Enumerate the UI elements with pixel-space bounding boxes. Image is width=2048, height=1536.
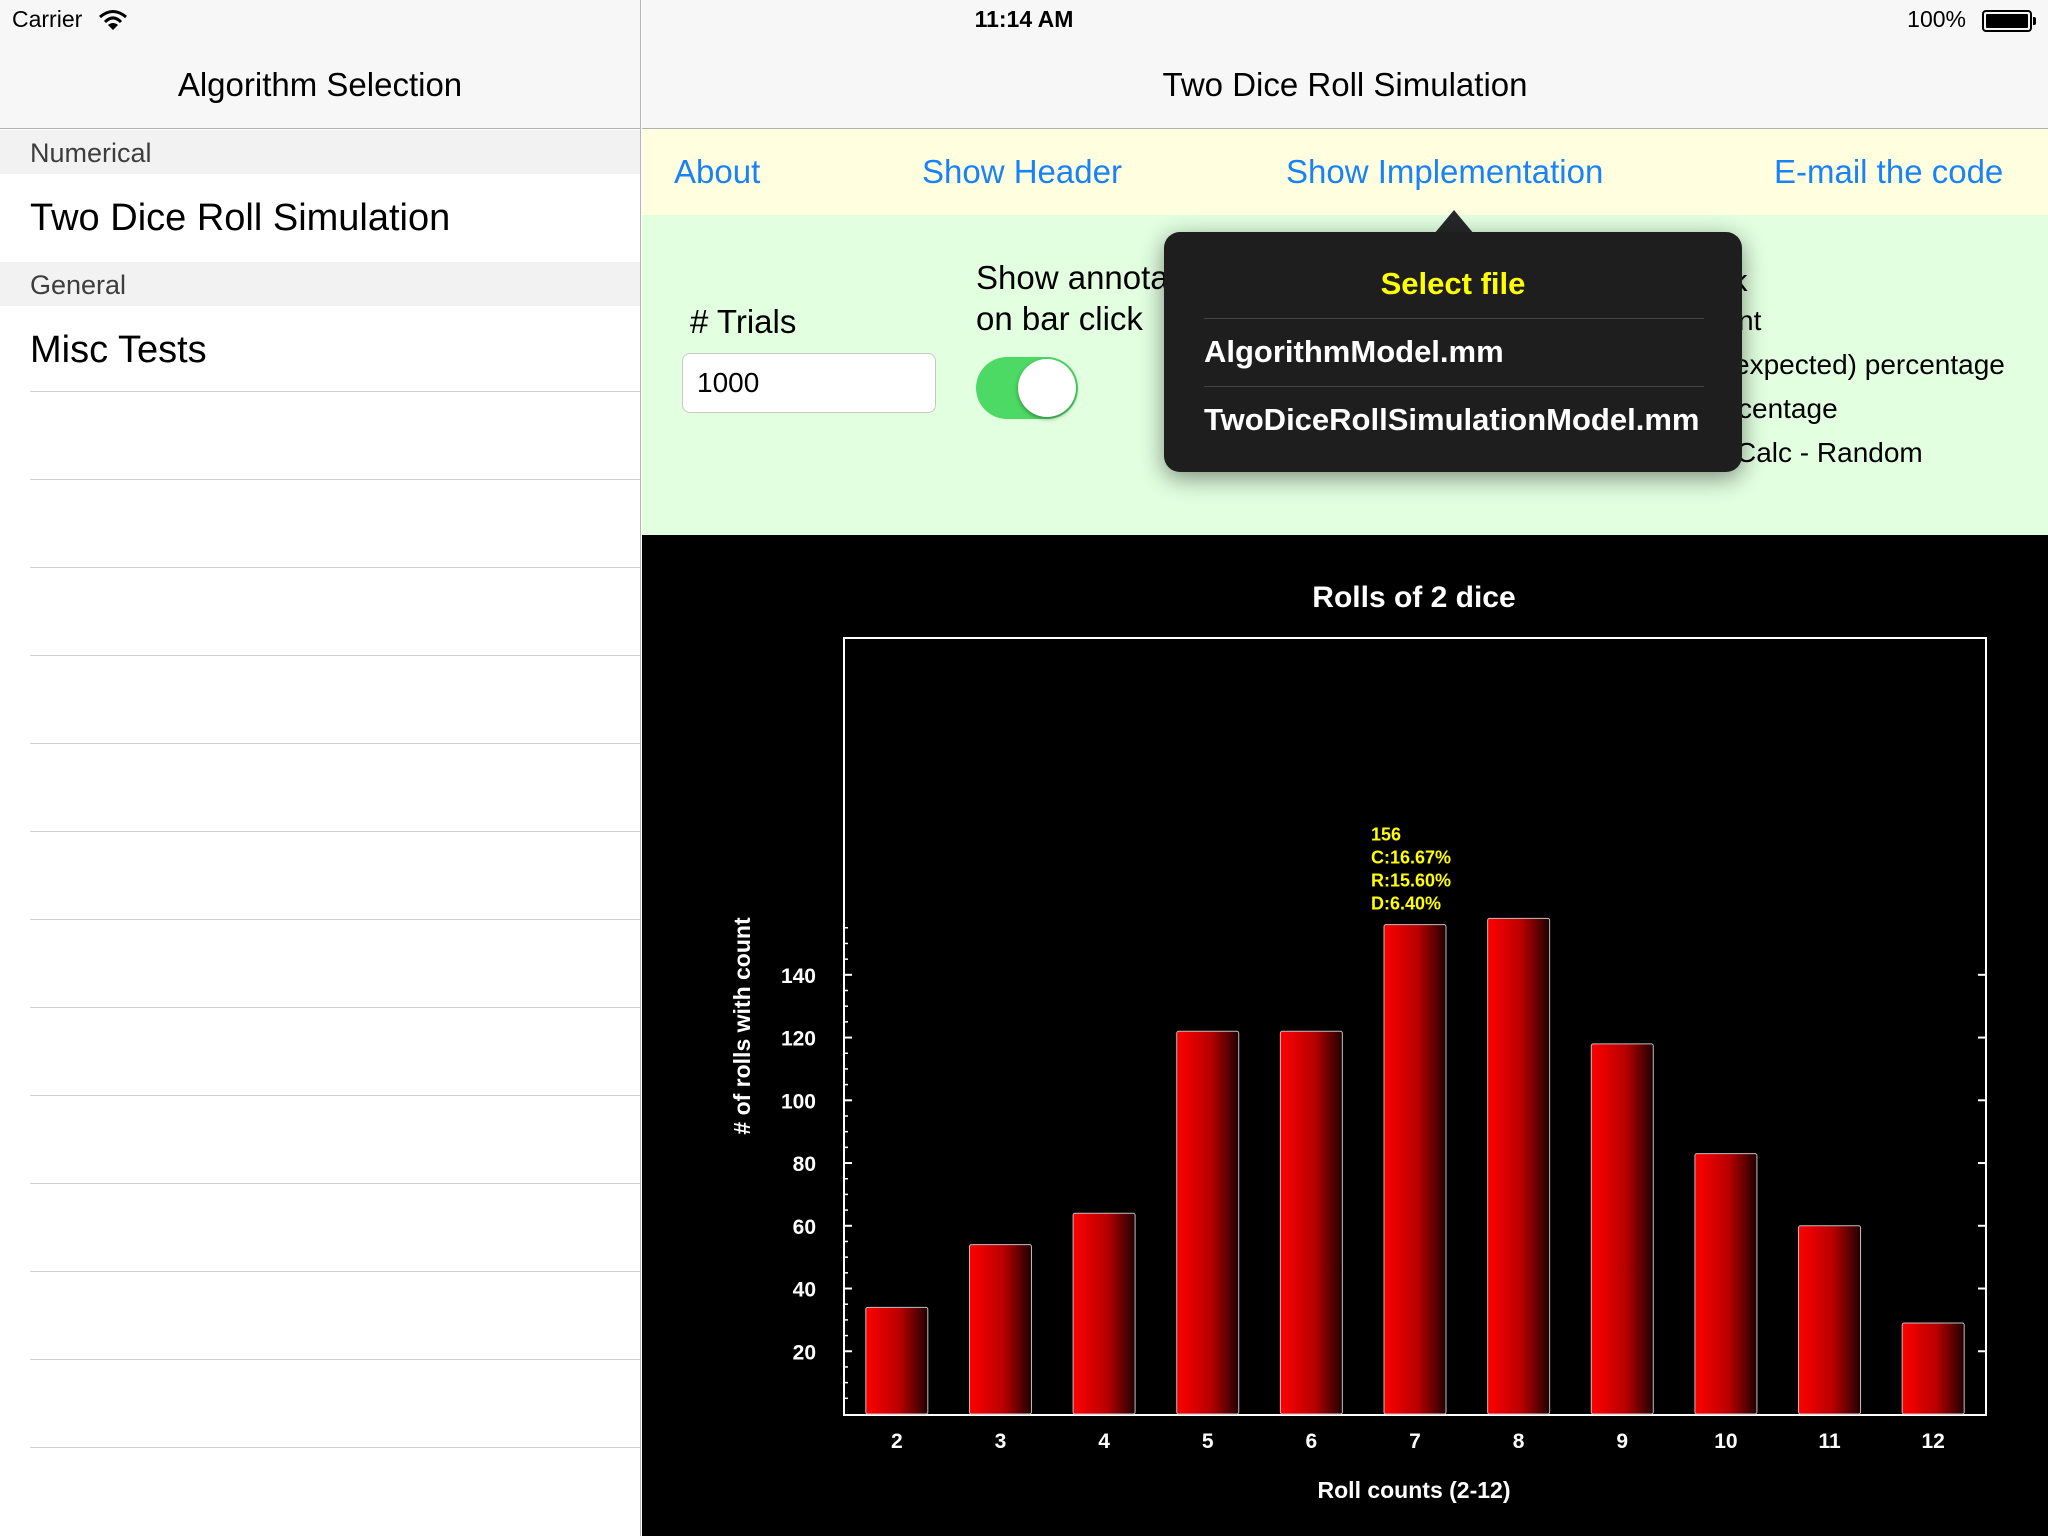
x-tick-label: 5	[1202, 1430, 1214, 1453]
bar-8	[1487, 917, 1551, 1415]
annotation-line: R:15.60%	[1371, 871, 1451, 891]
bar-7	[1383, 924, 1447, 1415]
annotation-toggle[interactable]	[976, 357, 1078, 419]
bar-5	[1176, 1030, 1240, 1415]
section-header-numerical: Numerical	[0, 130, 640, 174]
annotation-line: C:16.67%	[1371, 848, 1451, 868]
bar-11	[1798, 1225, 1862, 1415]
bar-4	[1072, 1212, 1136, 1415]
section-header-general: General	[0, 262, 640, 306]
row-separator	[30, 1359, 640, 1360]
bar-10	[1694, 1153, 1758, 1415]
row-separator	[30, 743, 640, 744]
x-tick-label: 6	[1306, 1430, 1318, 1453]
battery-percentage: 100%	[1907, 6, 1966, 32]
row-separator	[30, 655, 640, 656]
y-tick-label: 120	[781, 1028, 816, 1051]
file-item-two-dice-model[interactable]: TwoDiceRollSimulationModel.mm	[1204, 402, 1699, 438]
bar-12	[1901, 1322, 1965, 1415]
annotation-label: Show annota on bar click	[976, 257, 1169, 339]
bar-annotation: 156 C:16.67% R:15.60% D:6.40%	[1371, 825, 1451, 914]
annotation-line: 156	[1371, 825, 1401, 845]
popover-divider	[1204, 386, 1704, 387]
x-tick-label: 11	[1818, 1430, 1841, 1453]
select-file-popover: Select file AlgorithmModel.mm TwoDiceRol…	[1164, 232, 1742, 472]
row-separator	[30, 567, 640, 568]
x-tick-label: 7	[1409, 1430, 1421, 1453]
battery-icon	[1982, 10, 2036, 32]
status-time: 11:14 AM	[974, 6, 1074, 32]
x-axis-label: Roll counts (2-12)	[1318, 1477, 1511, 1503]
bar-2	[865, 1306, 929, 1415]
display-option-4[interactable]: centage	[1738, 393, 1838, 425]
x-tick-label: 4	[1098, 1430, 1110, 1453]
list-item-two-dice-roll-simulation[interactable]: Two Dice Roll Simulation	[0, 174, 640, 262]
y-tick-label: 80	[793, 1153, 816, 1176]
x-tick-label: 12	[1922, 1430, 1945, 1453]
row-separator	[30, 391, 640, 392]
row-separator	[30, 1007, 640, 1008]
detail-title: Two Dice Roll Simulation	[1162, 66, 1528, 103]
y-tick-label: 40	[793, 1279, 816, 1302]
annotation-label-line2: on bar click	[976, 300, 1143, 337]
app-window: Algorithm Selection Numerical Two Dice R…	[0, 0, 2048, 1536]
display-option-5[interactable]: Calc - Random	[1736, 437, 1923, 469]
bar-9	[1590, 1043, 1654, 1415]
row-separator	[30, 1183, 640, 1184]
row-separator	[30, 1447, 640, 1448]
bar-6	[1279, 1030, 1343, 1415]
master-title: Algorithm Selection	[177, 66, 463, 103]
x-tick-label: 10	[1714, 1430, 1737, 1453]
email-code-button[interactable]: E-mail the code	[1774, 153, 2003, 191]
y-tick-label: 100	[781, 1090, 816, 1113]
annotation-line: D:6.40%	[1371, 894, 1441, 914]
chart-area: Rolls of 2 dice 20 40 60 80 100 120 140 2 3 4 5 6 7…	[642, 535, 2048, 1536]
show-header-button[interactable]: Show Header	[922, 153, 1122, 191]
list-item-misc-tests[interactable]: Misc Tests	[0, 306, 640, 394]
trials-label: # Trials	[690, 303, 797, 340]
file-item-algorithm-model[interactable]: AlgorithmModel.mm	[1204, 334, 1504, 370]
row-separator	[30, 831, 640, 832]
x-tick-label: 9	[1616, 1430, 1628, 1453]
y-axis-label: # of rolls with count	[729, 917, 755, 1135]
toggle-knob	[1018, 359, 1076, 417]
chart-title: Rolls of 2 dice	[1312, 581, 1515, 614]
x-axis-ticks: 2 3 4 5 6 7 8 9 10 11 12	[891, 1430, 1945, 1453]
about-button[interactable]: About	[674, 153, 760, 191]
y-tick-label: 20	[793, 1341, 816, 1364]
x-tick-label: 2	[891, 1430, 903, 1453]
master-pane: Algorithm Selection Numerical Two Dice R…	[0, 0, 641, 1536]
detail-toolbar: About Show Header Show Implementation E-…	[642, 129, 2048, 215]
popover-arrow	[1434, 210, 1474, 234]
y-tick-label: 60	[793, 1216, 816, 1239]
popover-title: Select file	[1380, 266, 1526, 301]
x-tick-label: 8	[1513, 1430, 1525, 1453]
bars-group	[865, 917, 1965, 1415]
display-option-3[interactable]: expected) percentage	[1734, 349, 2005, 381]
status-bar: Carrier 11:14 AM 100%	[0, 0, 2048, 40]
y-tick-label: 140	[781, 965, 816, 988]
bar-chart[interactable]: Rolls of 2 dice 20 40 60 80 100 120 140 2 3 4 5 6 7…	[642, 535, 2048, 1536]
annotation-label-line1: Show annota	[976, 259, 1169, 296]
trials-input[interactable]: 1000	[682, 353, 936, 413]
row-separator	[30, 1271, 640, 1272]
x-tick-label: 3	[995, 1430, 1007, 1453]
bar-3	[968, 1244, 1032, 1415]
row-separator	[30, 1095, 640, 1096]
row-separator	[30, 479, 640, 480]
row-separator	[30, 919, 640, 920]
show-implementation-button[interactable]: Show Implementation	[1286, 153, 1603, 191]
popover-divider	[1204, 318, 1704, 319]
